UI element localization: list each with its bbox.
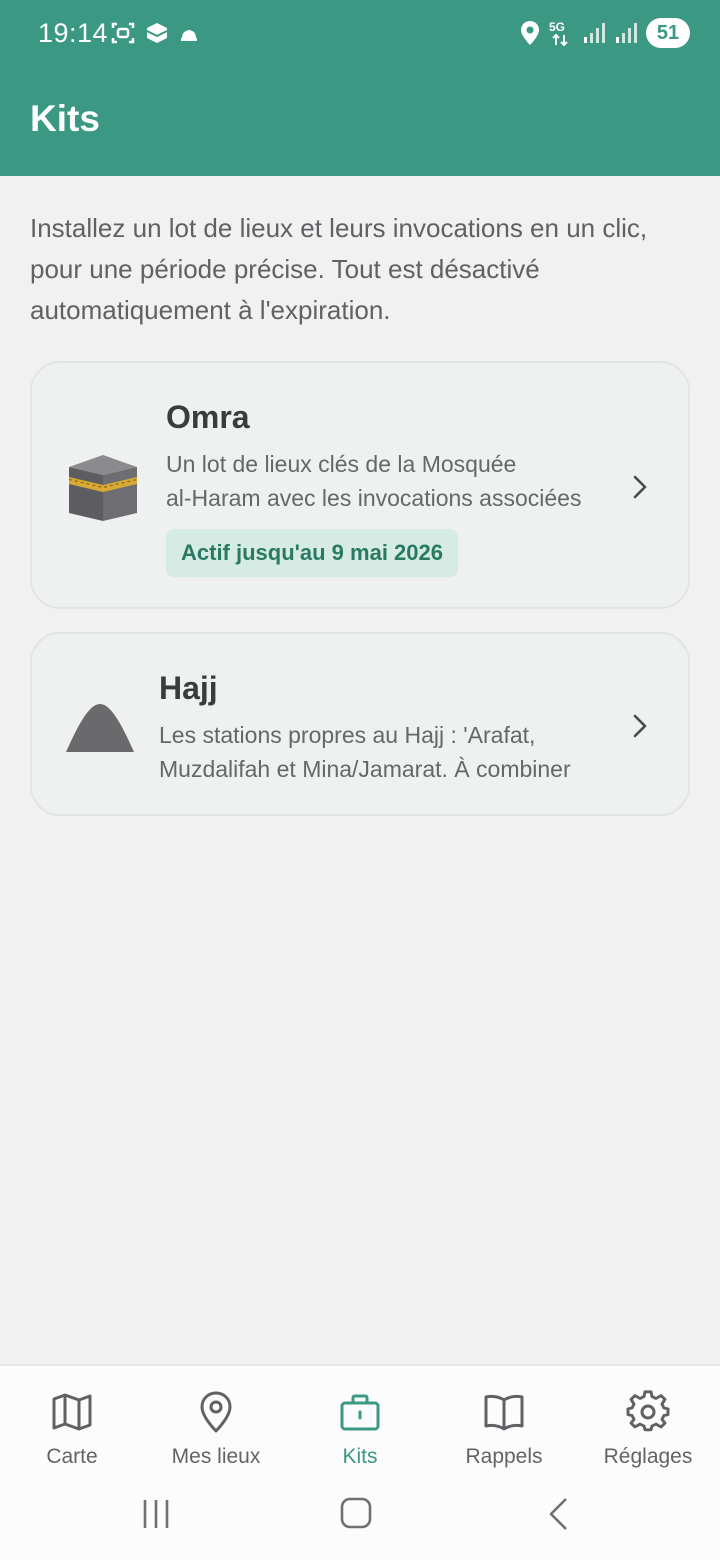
network-5g-icon: 5G xyxy=(549,20,568,47)
mosque-icon xyxy=(181,30,197,41)
location-pin-icon xyxy=(200,1391,232,1433)
nav-label: Kits xyxy=(342,1445,378,1468)
mountain-icon xyxy=(66,704,134,752)
kit-name: Omra xyxy=(166,399,250,435)
status-right-icons: 5G 51 xyxy=(520,18,690,48)
kit-status-badge: Actif jusqu'au 9 mai 2026 xyxy=(166,529,458,577)
nav-item-mes-lieux[interactable]: Mes lieux xyxy=(144,1390,288,1469)
status-left-icons xyxy=(110,20,200,46)
app-header: 19:14 5G 51 Kits xyxy=(0,0,720,176)
kit-description: Un lot de lieux clés de la Mosquée al-Ha… xyxy=(166,451,582,511)
map-icon xyxy=(52,1393,92,1431)
kit-card-hajj[interactable]: Hajj Les stations propres au Hajj : 'Ara… xyxy=(30,632,690,816)
signal-icon xyxy=(584,23,605,43)
screenshot-icon xyxy=(111,22,135,44)
nav-item-carte[interactable]: Carte xyxy=(0,1390,144,1469)
kit-description: Les stations propres au Hajj : 'Arafat, … xyxy=(159,722,571,782)
nav-item-kits[interactable]: Kits xyxy=(288,1390,432,1469)
intro-text: Installez un lot de lieux et leurs invoc… xyxy=(30,213,648,325)
home-button[interactable] xyxy=(340,1497,372,1534)
home-icon xyxy=(340,1497,372,1529)
gear-icon xyxy=(626,1390,670,1432)
kit-name: Hajj xyxy=(159,670,218,706)
nav-label: Mes lieux xyxy=(171,1445,261,1468)
status-time: 19:14 xyxy=(38,18,109,48)
signal-icon-2 xyxy=(616,23,637,43)
system-navigation-bar xyxy=(0,1490,720,1540)
nav-item-reglages[interactable]: Réglages xyxy=(576,1390,720,1469)
recent-apps-icon xyxy=(143,1500,169,1528)
book-icon xyxy=(484,1394,524,1431)
chevron-right-icon xyxy=(633,475,647,499)
nav-item-rappels[interactable]: Rappels xyxy=(432,1390,576,1469)
recent-apps-button[interactable] xyxy=(140,1498,172,1535)
status-bar: 19:14 5G 51 xyxy=(0,0,720,70)
nav-label: Rappels xyxy=(465,1445,543,1468)
battery-indicator: 51 xyxy=(646,18,690,48)
kaaba-app-icon xyxy=(146,23,168,43)
back-icon xyxy=(549,1498,567,1530)
svg-text:5G: 5G xyxy=(549,20,565,34)
location-icon xyxy=(521,21,539,45)
page-title: Kits xyxy=(30,98,100,139)
briefcase-icon xyxy=(340,1394,380,1431)
nav-label: Réglages xyxy=(603,1445,693,1468)
chevron-right-icon xyxy=(633,714,647,738)
kit-card-omra[interactable]: Omra Un lot de lieux clés de la Mosquée … xyxy=(30,361,690,609)
nav-label: Carte xyxy=(46,1445,98,1468)
back-button[interactable] xyxy=(546,1497,570,1536)
kaaba-icon xyxy=(68,455,138,521)
